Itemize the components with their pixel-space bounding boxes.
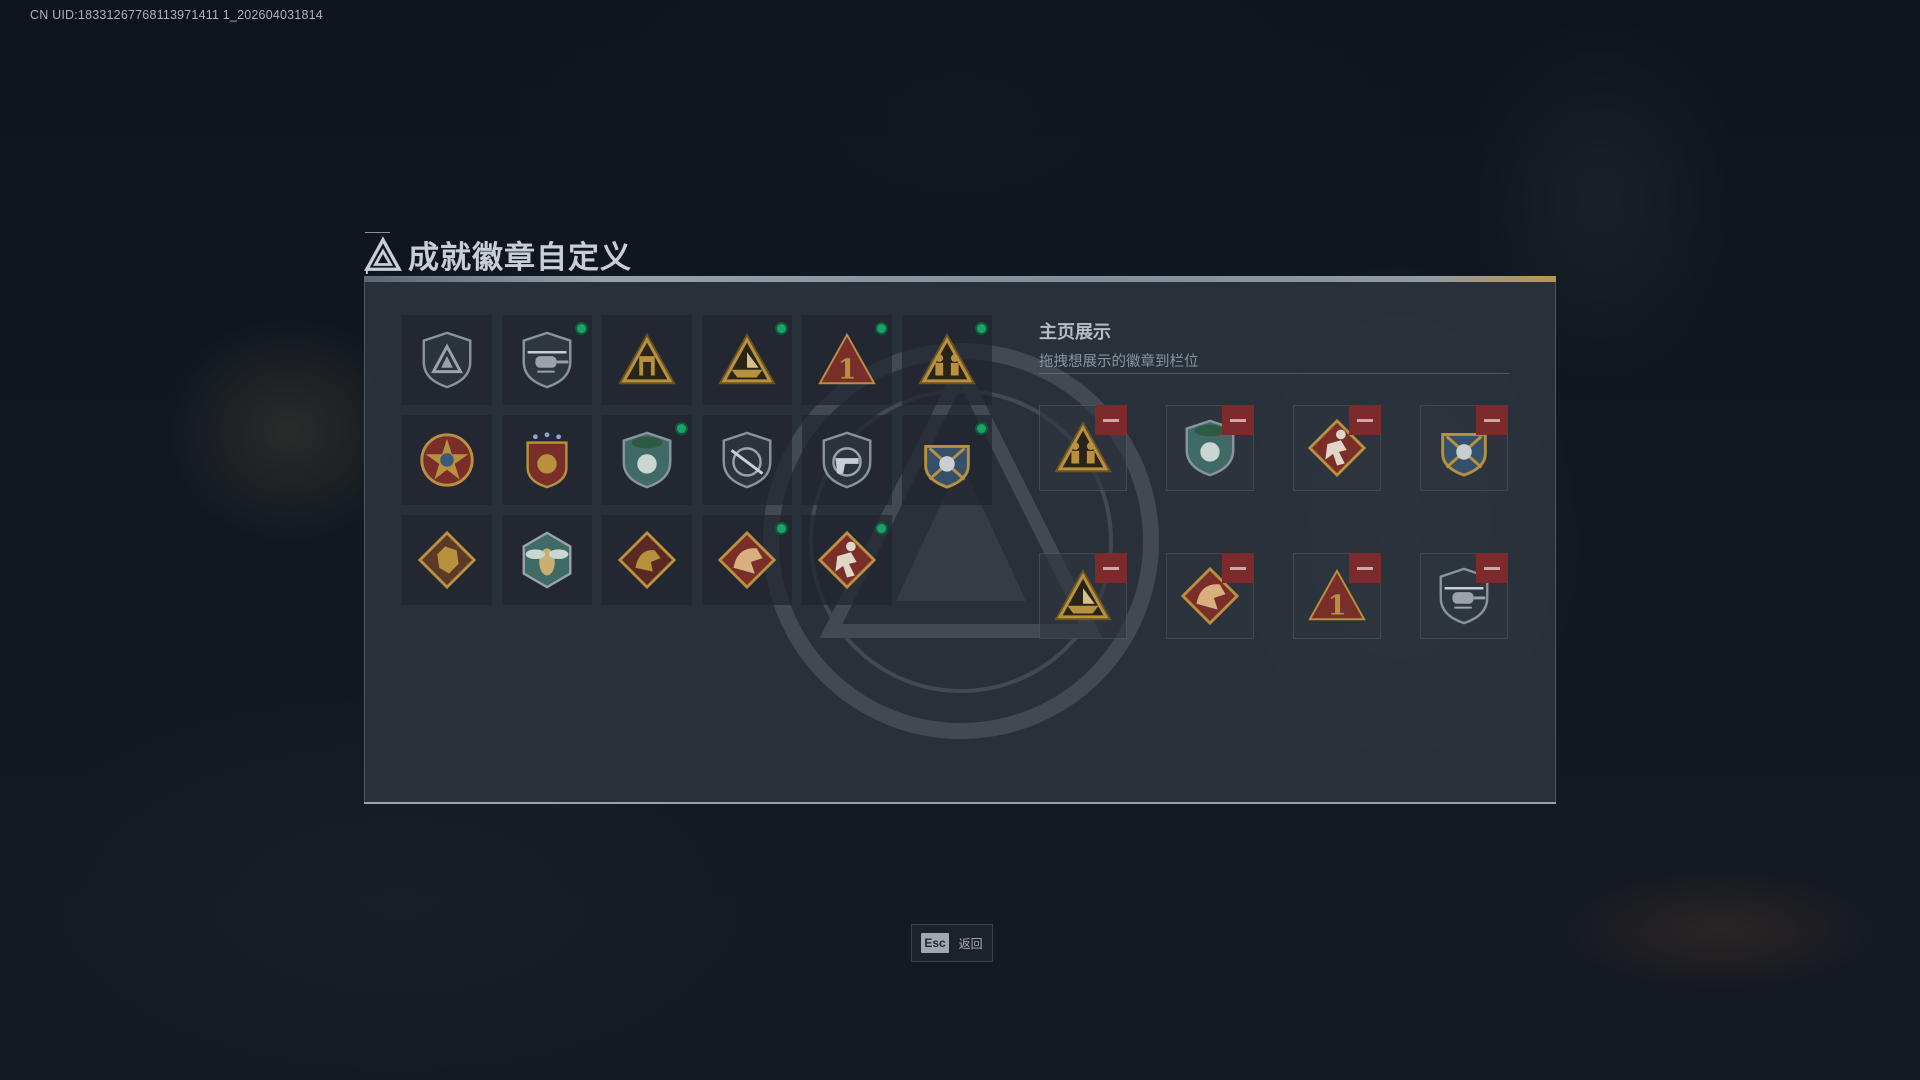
badge-cell[interactable] — [602, 315, 692, 405]
new-badge-dot — [875, 322, 888, 335]
badge-cell[interactable] — [702, 515, 792, 605]
badge-cell[interactable] — [602, 415, 692, 505]
star-wreath-badge-icon — [420, 433, 474, 487]
showcase-slot-grid: 1 — [1039, 405, 1508, 639]
svg-text:1: 1 — [1328, 590, 1347, 621]
badge-cell[interactable] — [402, 515, 492, 605]
badge-cell[interactable] — [702, 415, 792, 505]
dragon-diamond-badge-icon — [617, 530, 677, 590]
triangle-logo-icon — [364, 235, 402, 274]
badge-cell[interactable] — [402, 415, 492, 505]
panel-top-bar — [364, 276, 1556, 282]
new-badge-dot — [875, 522, 888, 535]
runner-diamond-badge-icon — [817, 530, 877, 590]
showcase-title: 主页展示 — [1039, 322, 1111, 343]
badge-cell[interactable] — [802, 415, 892, 505]
new-badge-dot — [775, 322, 788, 335]
boat-pyramid-badge-icon — [718, 332, 776, 385]
new-badge-dot — [575, 322, 588, 335]
page-title: 成就徽章自定义 — [408, 240, 632, 276]
showcase-slot[interactable] — [1293, 405, 1381, 491]
showcase-slot[interactable] — [1420, 553, 1508, 639]
helicopter-badge-icon — [522, 331, 572, 389]
badge-cell[interactable] — [602, 515, 692, 605]
svg-text:1: 1 — [838, 354, 857, 385]
badge-cell[interactable] — [502, 415, 592, 505]
showcase-slot[interactable] — [1166, 405, 1254, 491]
stars-crest-badge-icon — [526, 432, 568, 489]
remove-slot-button[interactable] — [1476, 405, 1508, 435]
badge-cell[interactable] — [502, 515, 592, 605]
panel-bottom-line — [364, 802, 1556, 804]
showcase-divider — [1039, 373, 1509, 374]
badge-collection-grid: 1 — [402, 315, 992, 605]
uid-watermark: CN UID:18331267768113971411 1_2026040318… — [30, 8, 323, 22]
red-dragon-diamond-badge-icon — [717, 530, 777, 590]
remove-slot-button[interactable] — [1222, 405, 1254, 435]
showcase-slot[interactable] — [1166, 553, 1254, 639]
remove-slot-button[interactable] — [1222, 553, 1254, 583]
remove-slot-button[interactable] — [1349, 405, 1381, 435]
new-badge-dot — [675, 422, 688, 435]
triangle-shield-badge-icon — [422, 331, 472, 389]
new-badge-dot — [775, 522, 788, 535]
badge-cell[interactable] — [402, 315, 492, 405]
page-title-row: 成就徽章自定义 — [364, 232, 632, 277]
remove-slot-button[interactable] — [1095, 405, 1127, 435]
wolf-diamond-badge-icon — [417, 530, 477, 590]
badge-cell[interactable] — [502, 315, 592, 405]
crossed-rifles-badge-icon — [924, 444, 970, 489]
badge-cell[interactable] — [802, 515, 892, 605]
back-button-label: 返回 — [958, 936, 983, 951]
gate-pyramid-badge-icon — [618, 332, 676, 385]
showcase-slot[interactable] — [1420, 405, 1508, 491]
esc-key-hint: Esc — [921, 933, 949, 953]
showcase-slot[interactable] — [1039, 405, 1127, 491]
showcase-slot[interactable] — [1039, 553, 1127, 639]
new-badge-dot — [975, 422, 988, 435]
new-badge-dot — [975, 322, 988, 335]
number-one-pyramid-badge-icon: 1 — [818, 332, 876, 385]
beret-shield-badge-icon — [622, 431, 672, 489]
hornet-hexagon-badge-icon — [522, 531, 572, 589]
soldiers-pyramid-badge-icon — [918, 332, 976, 385]
showcase-slot[interactable]: 1 — [1293, 553, 1381, 639]
remove-slot-button[interactable] — [1476, 553, 1508, 583]
pistol-shield-badge-icon — [822, 431, 872, 489]
remove-slot-button[interactable] — [1095, 553, 1127, 583]
badge-cell[interactable] — [902, 315, 992, 405]
remove-slot-button[interactable] — [1349, 553, 1381, 583]
showcase-subtitle: 拖拽想展示的徽章到栏位 — [1039, 354, 1199, 370]
rifle-shield-badge-icon — [722, 431, 772, 489]
showcase-header: 主页展示 拖拽想展示的徽章到栏位 — [1039, 318, 1199, 371]
badge-cell[interactable] — [702, 315, 792, 405]
badge-cell[interactable]: 1 — [802, 315, 892, 405]
badge-cell[interactable] — [902, 415, 992, 505]
back-button[interactable]: Esc 返回 — [911, 924, 993, 962]
